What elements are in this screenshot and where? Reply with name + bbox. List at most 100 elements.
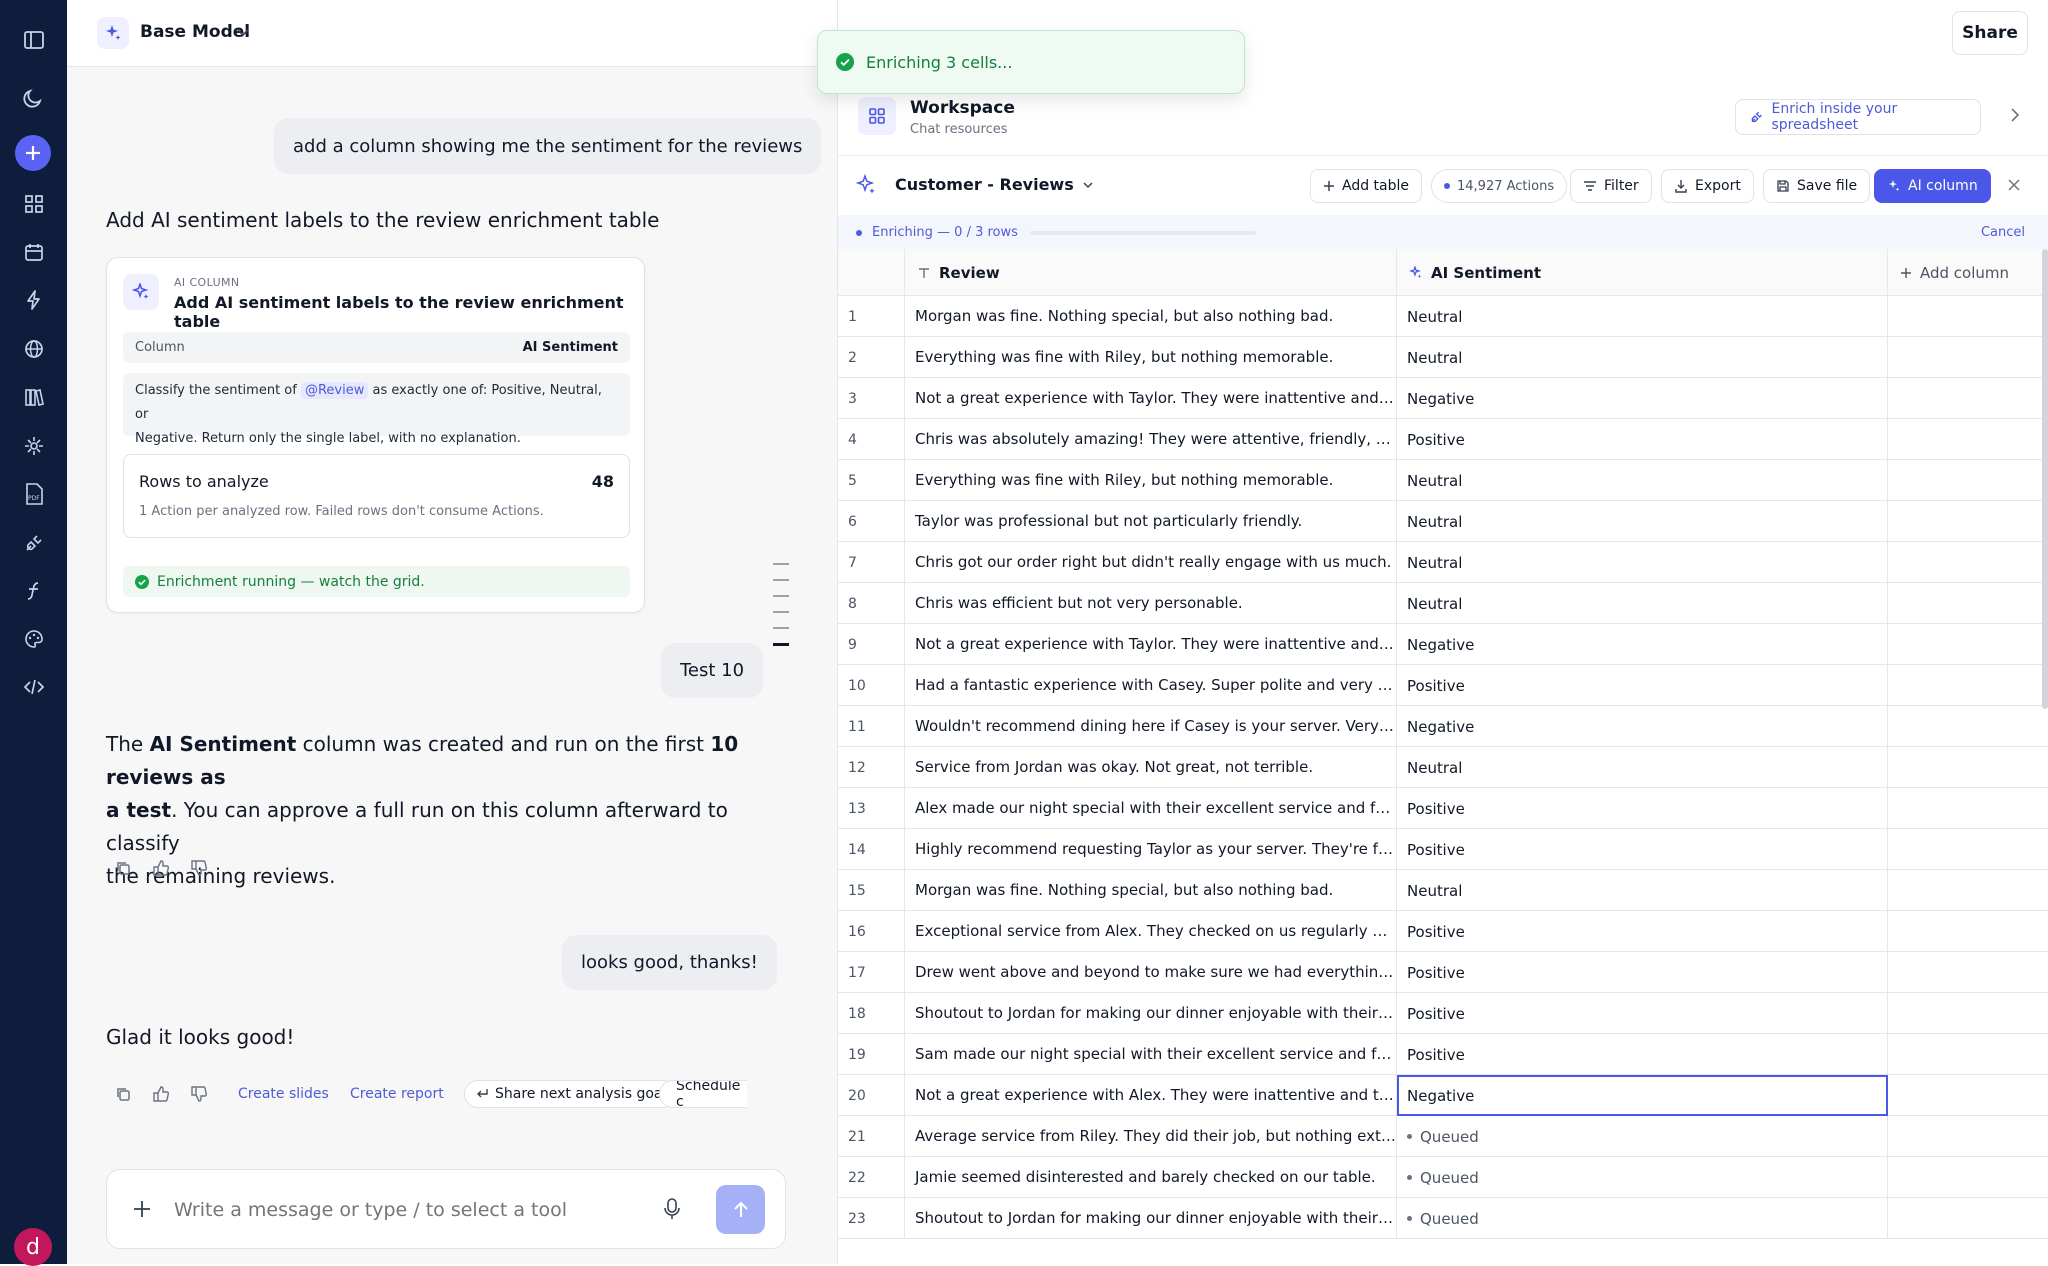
review-cell[interactable]: Not a great experience with Taylor. They… (905, 378, 1397, 419)
table-row[interactable]: 10 Had a fantastic experience with Casey.… (838, 665, 2048, 706)
review-cell[interactable]: Everything was fine with Riley, but noth… (905, 460, 1397, 501)
review-cell[interactable]: Morgan was fine. Nothing special, but al… (905, 870, 1397, 911)
review-cell[interactable]: Shoutout to Jordan for making our dinner… (905, 993, 1397, 1034)
empty-cell[interactable] (1888, 665, 2048, 706)
empty-cell[interactable] (1888, 911, 2048, 952)
sentiment-cell[interactable]: Neutral (1397, 296, 1888, 337)
review-cell[interactable]: Shoutout to Jordan for making our dinner… (905, 1198, 1397, 1239)
sentiment-cell[interactable]: Negative (1397, 624, 1888, 665)
empty-cell[interactable] (1888, 1116, 2048, 1157)
table-row[interactable]: 12 Service from Jordan was okay. Not grea… (838, 747, 2048, 788)
review-column-header[interactable]: Review (905, 249, 1397, 296)
new-chat-button[interactable] (15, 135, 51, 171)
schedule-chip[interactable]: Schedule c (659, 1080, 747, 1108)
sentiment-cell[interactable]: Positive (1397, 829, 1888, 870)
add-table-button[interactable]: Add table (1310, 169, 1423, 203)
send-button[interactable] (716, 1185, 765, 1234)
review-mention[interactable]: @Review (300, 382, 369, 399)
sentiment-cell[interactable]: Negative (1397, 1075, 1888, 1116)
empty-cell[interactable] (1888, 870, 2048, 911)
review-cell[interactable]: Service from Jordan was okay. Not great,… (905, 747, 1397, 788)
sentiment-cell[interactable]: Neutral (1397, 501, 1888, 542)
sentiment-cell[interactable]: Queued (1397, 1116, 1888, 1157)
empty-cell[interactable] (1888, 993, 2048, 1034)
table-row[interactable]: 18 Shoutout to Jordan for making our dinn… (838, 993, 2048, 1034)
sentiment-cell[interactable]: Queued (1397, 1198, 1888, 1239)
model-selector[interactable]: Base Model (140, 22, 250, 42)
sparkle-plug-icon[interactable] (18, 430, 50, 462)
grid-icon[interactable] (18, 188, 50, 220)
chevron-right-icon[interactable] (2009, 107, 2021, 123)
review-cell[interactable]: Sam made our night special with their ex… (905, 1034, 1397, 1075)
empty-cell[interactable] (1888, 296, 2048, 337)
code-icon[interactable] (18, 671, 50, 703)
sidebar-toggle-icon[interactable] (18, 24, 50, 56)
table-row[interactable]: 16 Exceptional service from Alex. They ch… (838, 911, 2048, 952)
sentiment-cell[interactable]: Positive (1397, 419, 1888, 460)
empty-cell[interactable] (1888, 706, 2048, 747)
table-row[interactable]: 7 Chris got our order right but didn't re… (838, 542, 2048, 583)
review-cell[interactable]: Average service from Riley. They did the… (905, 1116, 1397, 1157)
table-row[interactable]: 14 Highly recommend requesting Taylor as … (838, 829, 2048, 870)
plug-icon[interactable] (18, 527, 50, 559)
empty-cell[interactable] (1888, 952, 2048, 993)
review-cell[interactable]: Alex made our night special with their e… (905, 788, 1397, 829)
table-row[interactable]: 2 Everything was fine with Riley, but not… (838, 337, 2048, 378)
empty-cell[interactable] (1888, 419, 2048, 460)
review-cell[interactable]: Highly recommend requesting Taylor as yo… (905, 829, 1397, 870)
user-avatar[interactable]: d (14, 1228, 52, 1266)
empty-cell[interactable] (1888, 1198, 2048, 1239)
export-button[interactable]: Export (1661, 169, 1754, 203)
thumbs-down-icon[interactable] (188, 1083, 210, 1105)
sentiment-cell[interactable]: Positive (1397, 911, 1888, 952)
empty-cell[interactable] (1888, 829, 2048, 870)
grid-scrollbar[interactable] (2042, 249, 2048, 709)
actions-count-badge[interactable]: 14,927 Actions (1431, 169, 1568, 203)
empty-cell[interactable] (1888, 1157, 2048, 1198)
review-cell[interactable]: Everything was fine with Riley, but noth… (905, 337, 1397, 378)
sentiment-cell[interactable]: Positive (1397, 788, 1888, 829)
globe-icon[interactable] (18, 333, 50, 365)
table-row[interactable]: 17 Drew went above and beyond to make sur… (838, 952, 2048, 993)
empty-cell[interactable] (1888, 501, 2048, 542)
empty-cell[interactable] (1888, 583, 2048, 624)
review-cell[interactable]: Morgan was fine. Nothing special, but al… (905, 296, 1397, 337)
table-row[interactable]: 21 Average service from Riley. They did t… (838, 1116, 2048, 1157)
sentiment-cell[interactable]: Positive (1397, 993, 1888, 1034)
table-row[interactable]: 4 Chris was absolutely amazing! They were… (838, 419, 2048, 460)
review-cell[interactable]: Not a great experience with Alex. They w… (905, 1075, 1397, 1116)
ai-column-button[interactable]: AI column (1874, 169, 1991, 203)
pdf-icon[interactable]: PDF (18, 478, 50, 510)
create-report-button[interactable]: Create report (350, 1086, 444, 1102)
moon-icon[interactable] (18, 82, 50, 114)
review-cell[interactable]: Not a great experience with Taylor. They… (905, 624, 1397, 665)
empty-cell[interactable] (1888, 1075, 2048, 1116)
sentiment-cell[interactable]: Positive (1397, 1034, 1888, 1075)
calendar-icon[interactable] (18, 236, 50, 268)
empty-cell[interactable] (1888, 747, 2048, 788)
sentiment-column-header[interactable]: AI Sentiment (1397, 249, 1888, 296)
empty-cell[interactable] (1888, 624, 2048, 665)
chevron-down-icon[interactable] (235, 24, 251, 40)
empty-cell[interactable] (1888, 460, 2048, 501)
review-cell[interactable]: Had a fantastic experience with Casey. S… (905, 665, 1397, 706)
function-icon[interactable] (18, 575, 50, 607)
bolt-icon[interactable] (18, 284, 50, 316)
table-row[interactable]: 8 Chris was efficient but not very person… (838, 583, 2048, 624)
sentiment-cell[interactable]: Neutral (1397, 870, 1888, 911)
sentiment-cell[interactable]: Neutral (1397, 583, 1888, 624)
library-icon[interactable] (18, 381, 50, 413)
sentiment-cell[interactable]: Negative (1397, 706, 1888, 747)
filter-button[interactable]: Filter (1570, 169, 1652, 203)
sentiment-cell[interactable]: Negative (1397, 378, 1888, 419)
thumbs-up-icon[interactable] (150, 1083, 172, 1105)
empty-cell[interactable] (1888, 378, 2048, 419)
review-cell[interactable]: Chris was absolutely amazing! They were … (905, 419, 1397, 460)
table-row[interactable]: 13 Alex made our night special with their… (838, 788, 2048, 829)
review-cell[interactable]: Taylor was professional but not particul… (905, 501, 1397, 542)
table-row[interactable]: 15 Morgan was fine. Nothing special, but … (838, 870, 2048, 911)
review-cell[interactable]: Wouldn't recommend dining here if Casey … (905, 706, 1397, 747)
review-cell[interactable]: Chris was efficient but not very persona… (905, 583, 1397, 624)
add-column-button[interactable]: Add column (1888, 249, 2048, 296)
microphone-icon[interactable] (663, 1198, 681, 1220)
